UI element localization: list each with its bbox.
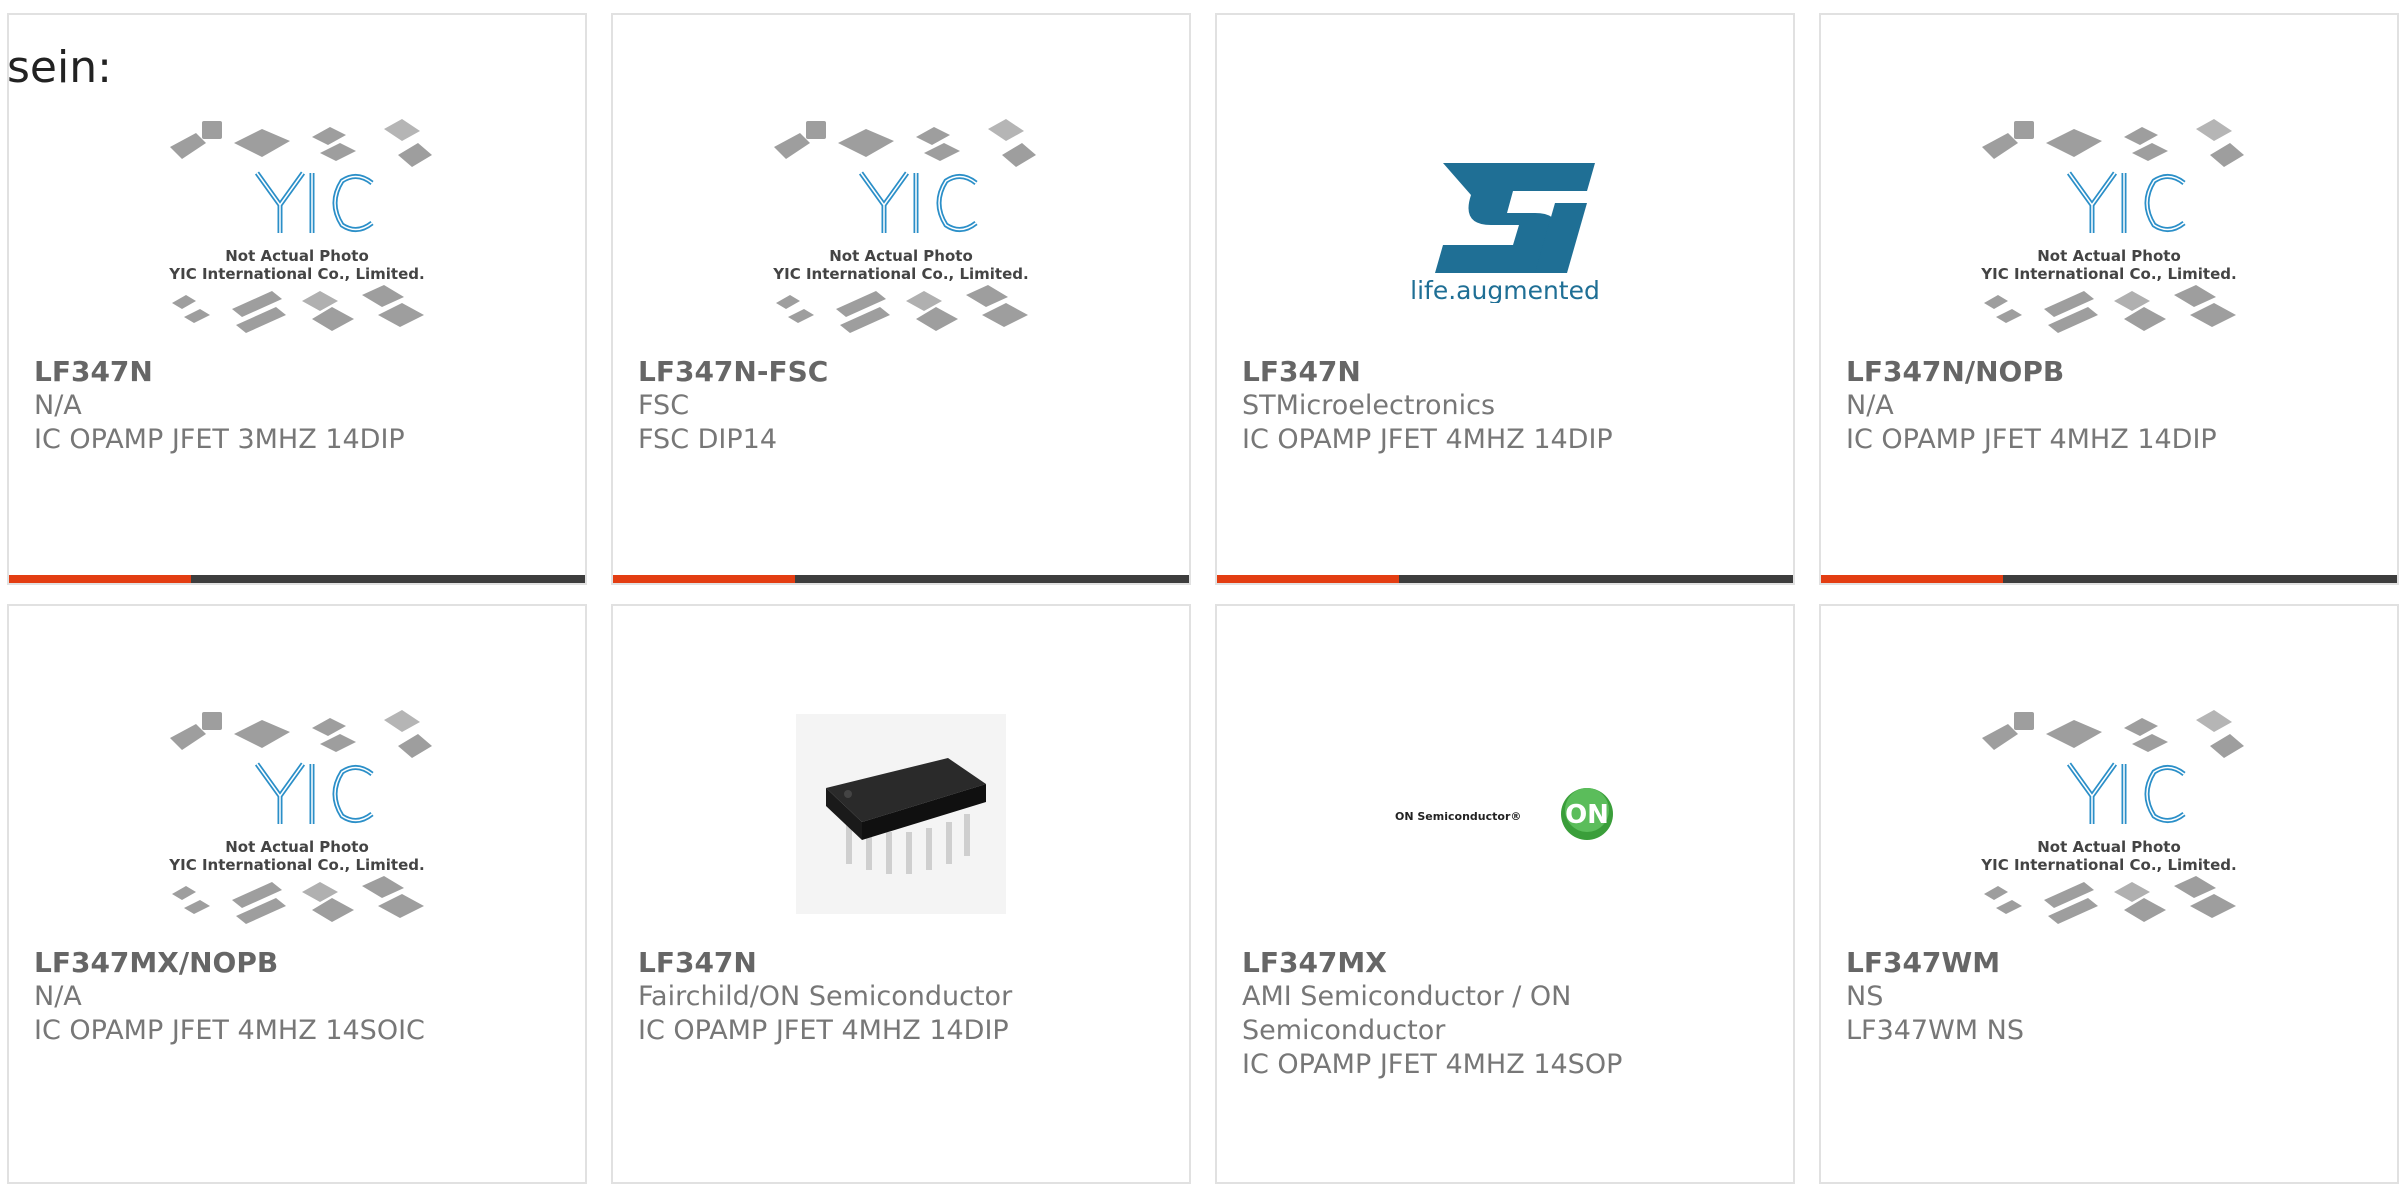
card-bar	[1821, 575, 2397, 583]
description: IC OPAMP JFET 3MHZ 14DIP	[34, 424, 405, 455]
description: IC OPAMP JFET 4MHZ 14DIP	[1242, 424, 1613, 455]
svg-text:Not Actual Photo: Not Actual Photo	[225, 838, 369, 856]
product-image[interactable]: Not Actual Photo YIC International Co., …	[1821, 686, 2397, 941]
yic-placeholder-image: Not Actual Photo YIC International Co., …	[1964, 103, 2254, 343]
product-card[interactable]: Not Actual Photo YIC International Co., …	[1819, 604, 2399, 1184]
part-number[interactable]: LF347N/NOPB	[1846, 355, 2064, 389]
svg-text:ON Semiconductor®: ON Semiconductor®	[1395, 810, 1521, 823]
part-number[interactable]: LF347MX/NOPB	[34, 946, 278, 980]
yic-placeholder-image: Not Actual Photo YIC International Co., …	[152, 103, 442, 343]
product-card[interactable]: ON Semiconductor® ON LF347MX AMI Semicon…	[1215, 604, 1795, 1184]
part-number[interactable]: LF347MX	[1242, 946, 1387, 980]
yic-placeholder-image: Not Actual Photo YIC International Co., …	[756, 103, 1046, 343]
svg-text:YIC International Co., Limited: YIC International Co., Limited.	[1980, 265, 2236, 283]
product-image[interactable]: Not Actual Photo YIC International Co., …	[1821, 95, 2397, 350]
product-image[interactable]	[613, 686, 1189, 941]
svg-text:Not Actual Photo: Not Actual Photo	[2037, 247, 2181, 265]
on-semi-logo: ON Semiconductor® ON	[1395, 787, 1613, 840]
svg-text:Not Actual Photo: Not Actual Photo	[829, 247, 973, 265]
product-image[interactable]: Not Actual Photo YIC International Co., …	[613, 95, 1189, 350]
product-card[interactable]: LF347N Fairchild/ON Semiconductor IC OPA…	[611, 604, 1191, 1184]
card-bar	[9, 575, 585, 583]
product-card[interactable]: Not Actual Photo YIC International Co., …	[7, 13, 587, 585]
description: IC OPAMP JFET 4MHZ 14SOIC	[34, 1015, 425, 1046]
part-number[interactable]: LF347N	[34, 355, 153, 389]
card-bar	[1217, 575, 1793, 583]
manufacturer: STMicroelectronics	[1242, 390, 1496, 421]
product-image[interactable]: Not Actual Photo YIC International Co., …	[9, 95, 585, 350]
description: FSC DIP14	[638, 424, 778, 455]
svg-text:Not Actual Photo: Not Actual Photo	[225, 247, 369, 265]
yic-placeholder-image: Not Actual Photo YIC International Co., …	[1964, 694, 2254, 934]
part-number[interactable]: LF347N	[638, 946, 757, 980]
dip-chip-photo	[796, 713, 1006, 914]
product-image[interactable]: Not Actual Photo YIC International Co., …	[9, 686, 585, 941]
manufacturer: NS	[1846, 981, 1884, 1012]
svg-text:Not Actual Photo: Not Actual Photo	[2037, 838, 2181, 856]
manufacturer: N/A	[34, 390, 82, 421]
product-card[interactable]: life.augmented LF347N STMicroelectronics…	[1215, 13, 1795, 585]
description: LF347WM NS	[1846, 1015, 2025, 1046]
product-image[interactable]: ON Semiconductor® ON	[1217, 686, 1793, 941]
product-card[interactable]: Not Actual Photo YIC International Co., …	[1819, 13, 2399, 585]
description: IC OPAMP JFET 4MHZ 14DIP	[1846, 424, 2217, 455]
manufacturer: FSC	[638, 390, 690, 421]
svg-text:ON: ON	[1565, 800, 1609, 830]
intro-text: sein:	[7, 42, 112, 93]
description: IC OPAMP JFET 4MHZ 14DIP	[638, 1015, 1009, 1046]
product-card[interactable]: Not Actual Photo YIC International Co., …	[611, 13, 1191, 585]
manufacturer: N/A	[34, 981, 82, 1012]
st-logo: life.augmented	[1410, 162, 1600, 303]
svg-text:YIC International Co., Limited: YIC International Co., Limited.	[1980, 856, 2236, 874]
svg-text:YIC International Co., Limited: YIC International Co., Limited.	[772, 265, 1028, 283]
yic-placeholder-image: Not Actual Photo YIC International Co., …	[152, 694, 442, 934]
svg-text:life.augmented: life.augmented	[1410, 276, 1600, 303]
manufacturer: AMI Semiconductor / ON Semiconductor	[1242, 981, 1572, 1046]
part-number[interactable]: LF347N	[1242, 355, 1361, 389]
product-card[interactable]: Not Actual Photo YIC International Co., …	[7, 604, 587, 1184]
svg-text:YIC International Co., Limited: YIC International Co., Limited.	[168, 856, 424, 874]
product-image[interactable]: life.augmented	[1217, 95, 1793, 350]
manufacturer: N/A	[1846, 390, 1894, 421]
part-number[interactable]: LF347WM	[1846, 946, 2000, 980]
part-number[interactable]: LF347N-FSC	[638, 355, 828, 389]
description: IC OPAMP JFET 4MHZ 14SOP	[1242, 1049, 1623, 1080]
svg-text:YIC International Co., Limited: YIC International Co., Limited.	[168, 265, 424, 283]
card-bar	[613, 575, 1189, 583]
manufacturer: Fairchild/ON Semiconductor	[638, 981, 1013, 1012]
